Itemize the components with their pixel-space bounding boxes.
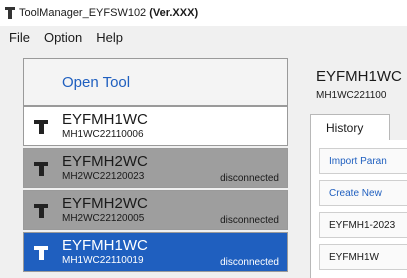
tool-app-icon [5,7,15,19]
tool-list-panel: Open Tool EYFMH1WC MH1WC22110006 EYFMH2W… [23,58,288,278]
open-tool-label: Open Tool [62,73,131,91]
history-list-item[interactable]: EYFMH1W [319,244,407,270]
tool-item[interactable]: EYFMH2WC MH2WC22120023 disconnected [23,148,288,188]
detail-model: EYFMH1WC [316,68,402,85]
tool-status: disconnected [220,215,279,226]
menu-file[interactable]: File [9,30,30,45]
menu-bar: File Option Help [0,26,407,48]
tool-icon [34,246,48,260]
tool-icon [34,120,48,134]
menu-help[interactable]: Help [96,30,123,45]
tool-serial: MH1WC22110019 [62,255,144,266]
history-tab-content: Import Paran Create New EYFMH1-2023 EYFM… [310,140,407,278]
import-parameter-label: Import Paran [329,155,387,167]
history-list-item[interactable]: EYFMH1-2023 [319,212,407,238]
create-new-label: Create New [329,187,382,199]
title-bar: ToolManager_EYFSW102 (Ver.XXX) [0,0,407,26]
window-version: (Ver.XXX) [149,7,199,19]
window-title: ToolManager_EYFSW102 [19,7,147,19]
tool-serial: MH2WC22120023 [62,171,145,182]
tool-status: disconnected [220,257,279,268]
tool-serial: MH2WC22120005 [62,213,145,224]
tool-icon [34,162,48,176]
tab-history-label: History [326,120,364,135]
tool-model: EYFMH1WC [62,111,148,128]
tool-status: disconnected [220,173,279,184]
tool-item[interactable]: EYFMH1WC MH1WC22110006 [23,106,288,146]
tool-item[interactable]: EYFMH2WC MH2WC22120005 disconnected [23,190,288,230]
detail-serial: MH1WC221100 [316,90,387,101]
tool-serial: MH1WC22110006 [62,129,144,140]
tool-model: EYFMH2WC [62,153,148,170]
create-new-button[interactable]: Create New [319,180,407,206]
history-item-label: EYFMH1W [329,251,379,263]
history-item-label: EYFMH1-2023 [329,219,396,231]
tool-item-selected[interactable]: EYFMH1WC MH1WC22110019 disconnected [23,232,288,272]
tool-icon [34,204,48,218]
tab-history[interactable]: History [310,114,390,140]
menu-option[interactable]: Option [44,30,82,45]
tool-model: EYFMH1WC [62,237,148,254]
open-tool-button[interactable]: Open Tool [23,58,288,106]
tool-model: EYFMH2WC [62,195,148,212]
tool-detail-panel: EYFMH1WC MH1WC221100 History Import Para… [310,58,407,278]
import-parameter-button[interactable]: Import Paran [319,148,407,174]
